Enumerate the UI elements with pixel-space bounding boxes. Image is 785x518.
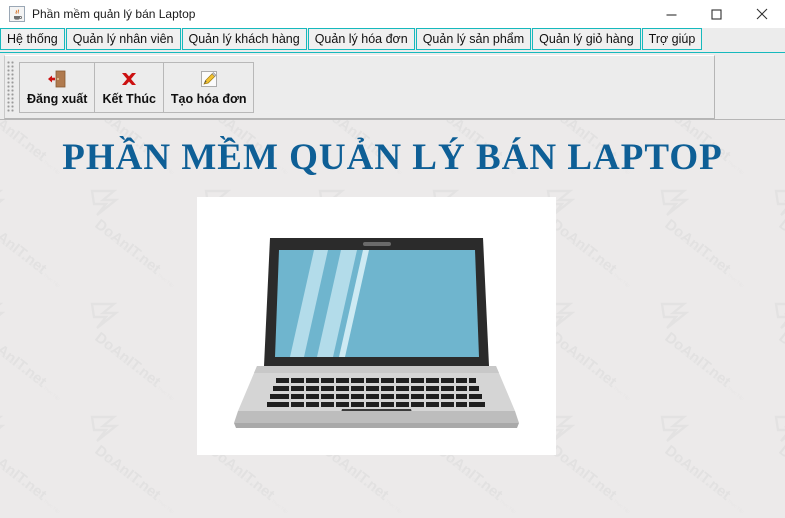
menu-item-2[interactable]: Quản lý khách hàng xyxy=(181,28,307,50)
toolbar-drag-handle[interactable] xyxy=(7,61,15,113)
toolbar-inner: Đăng xuất Kết Thúc Tạo hóa đơn xyxy=(4,55,715,119)
pencil-edit-icon xyxy=(198,68,220,90)
logout-button[interactable]: Đăng xuất xyxy=(19,61,96,113)
menu-item-label: Hệ thống xyxy=(7,32,58,46)
menu-item-5[interactable]: Quản lý giỏ hàng xyxy=(532,28,641,50)
menu-item-label: Trợ giúp xyxy=(648,32,696,46)
page-title: PHẦN MỀM QUẢN LÝ BÁN LAPTOP xyxy=(62,137,723,178)
java-coffee-cup-icon xyxy=(9,6,25,22)
menu-item-label: Quản lý hóa đơn xyxy=(314,32,408,46)
logout-door-icon xyxy=(46,68,68,90)
toolbar-button-label: Đăng xuất xyxy=(27,92,88,106)
toolbar-button-label: Tạo hóa đơn xyxy=(170,92,247,106)
content-area: PHẦN MỀM QUẢN LÝ BÁN LAPTOP xyxy=(0,120,785,518)
close-button[interactable] xyxy=(739,0,785,28)
menu-item-4[interactable]: Quản lý sản phẩm xyxy=(415,28,532,50)
toolbar: Đăng xuất Kết Thúc Tạo hóa đơn xyxy=(0,53,785,120)
menu-item-label: Quản lý sản phẩm xyxy=(422,32,525,46)
menu-item-label: Quản lý nhân viên xyxy=(72,32,174,46)
menu-item-6[interactable]: Trợ giúp xyxy=(641,28,703,50)
application-window: Phần mềm quản lý bán Laptop Hệ thống Quản… xyxy=(0,0,785,518)
laptop-illustration xyxy=(234,238,519,428)
red-x-icon xyxy=(118,68,140,90)
menu-item-0[interactable]: Hệ thống xyxy=(0,28,65,50)
illustration-panel xyxy=(197,197,556,455)
menu-item-1[interactable]: Quản lý nhân viên xyxy=(65,28,181,50)
window-title: Phần mềm quản lý bán Laptop xyxy=(32,7,196,21)
menu-bar: Hệ thống Quản lý nhân viên Quản lý khách h… xyxy=(0,28,785,53)
toolbar-button-label: Kết Thúc xyxy=(102,92,156,106)
title-bar: Phần mềm quản lý bán Laptop xyxy=(0,0,785,29)
menu-item-label: Quản lý khách hàng xyxy=(188,32,300,46)
minimize-button[interactable] xyxy=(649,0,694,28)
menu-item-3[interactable]: Quản lý hóa đơn xyxy=(307,28,415,50)
window-controls xyxy=(649,0,785,28)
maximize-button[interactable] xyxy=(694,0,739,28)
create-invoice-button[interactable]: Tạo hóa đơn xyxy=(162,61,255,113)
menu-item-label: Quản lý giỏ hàng xyxy=(539,32,634,46)
exit-button[interactable]: Kết Thúc xyxy=(94,61,164,113)
